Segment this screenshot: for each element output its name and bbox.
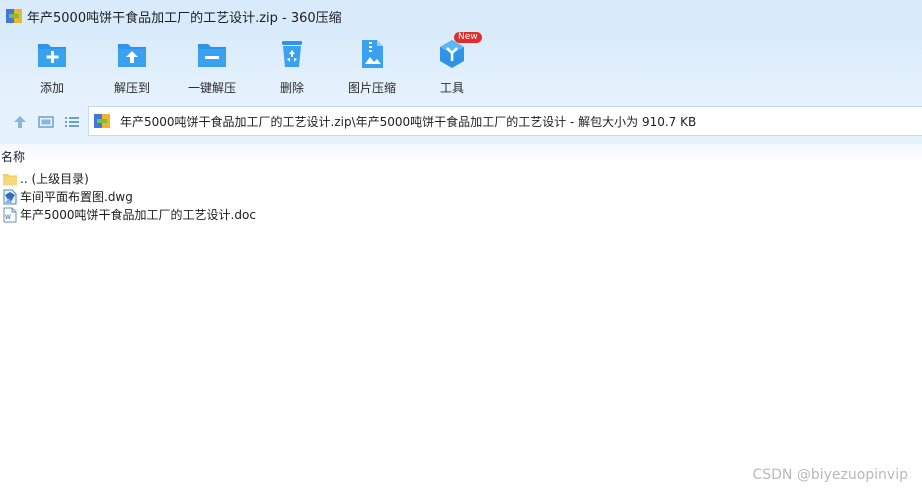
add-folder-icon xyxy=(36,38,68,70)
list-item[interactable]: 车间平面布置图.dwg xyxy=(2,187,602,206)
archive-app-icon xyxy=(6,8,22,24)
new-badge: New xyxy=(454,32,482,43)
doc-file-icon: W xyxy=(2,207,18,223)
folder-icon xyxy=(2,171,18,187)
recycle-bin-icon xyxy=(276,38,308,70)
file-name: 车间平面布置图.dwg xyxy=(20,190,133,204)
watermark: CSDN @biyezuopinvip xyxy=(752,467,908,483)
column-name-header[interactable]: 名称 xyxy=(1,148,25,165)
delete-button[interactable]: 删除 xyxy=(252,38,332,96)
tools-button[interactable]: New 工具 xyxy=(412,32,492,96)
address-path: 年产5000吨饼干食品加工厂的工艺设计.zip\年产5000吨饼干食品加工厂的工… xyxy=(120,114,697,129)
svg-text:W: W xyxy=(5,214,11,221)
image-compress-label: 图片压缩 xyxy=(347,81,396,95)
up-arrow-icon[interactable] xyxy=(11,113,29,131)
toolbar: 添加 解压到 一键解压 删除 图片压缩 New 工具 xyxy=(0,32,922,100)
tools-label: 工具 xyxy=(439,81,464,95)
file-name: .. (上级目录) xyxy=(20,172,89,186)
file-name: 年产5000吨饼干食品加工厂的工艺设计.doc xyxy=(20,208,256,222)
tools-icon: New xyxy=(436,32,482,70)
list-item[interactable]: .. (上级目录) xyxy=(2,169,602,188)
add-button-label: 添加 xyxy=(39,81,64,95)
list-view-icon[interactable] xyxy=(63,113,81,131)
thumbnail-view-icon[interactable] xyxy=(37,113,55,131)
image-compress-icon xyxy=(356,38,388,70)
one-click-extract-button[interactable]: 一键解压 xyxy=(172,38,252,96)
image-compress-button[interactable]: 图片压缩 xyxy=(332,38,412,96)
window-title: 年产5000吨饼干食品加工厂的工艺设计.zip - 360压缩 xyxy=(27,10,342,26)
one-click-extract-label: 一键解压 xyxy=(187,81,236,95)
archive-path-icon xyxy=(94,113,110,129)
add-button[interactable]: 添加 xyxy=(12,38,92,96)
dwg-file-icon xyxy=(2,189,18,205)
one-click-extract-icon xyxy=(196,38,228,70)
title-bar: 年产5000吨饼干食品加工厂的工艺设计.zip - 360压缩 xyxy=(0,0,922,32)
extract-to-label: 解压到 xyxy=(113,81,150,95)
delete-label: 删除 xyxy=(279,81,304,95)
address-bar[interactable]: 年产5000吨饼干食品加工厂的工艺设计.zip\年产5000吨饼干食品加工厂的工… xyxy=(88,106,922,136)
extract-to-icon xyxy=(116,38,148,70)
list-item[interactable]: W 年产5000吨饼干食品加工厂的工艺设计.doc xyxy=(2,205,602,224)
extract-to-button[interactable]: 解压到 xyxy=(92,38,172,96)
column-header: 名称 xyxy=(0,144,922,166)
